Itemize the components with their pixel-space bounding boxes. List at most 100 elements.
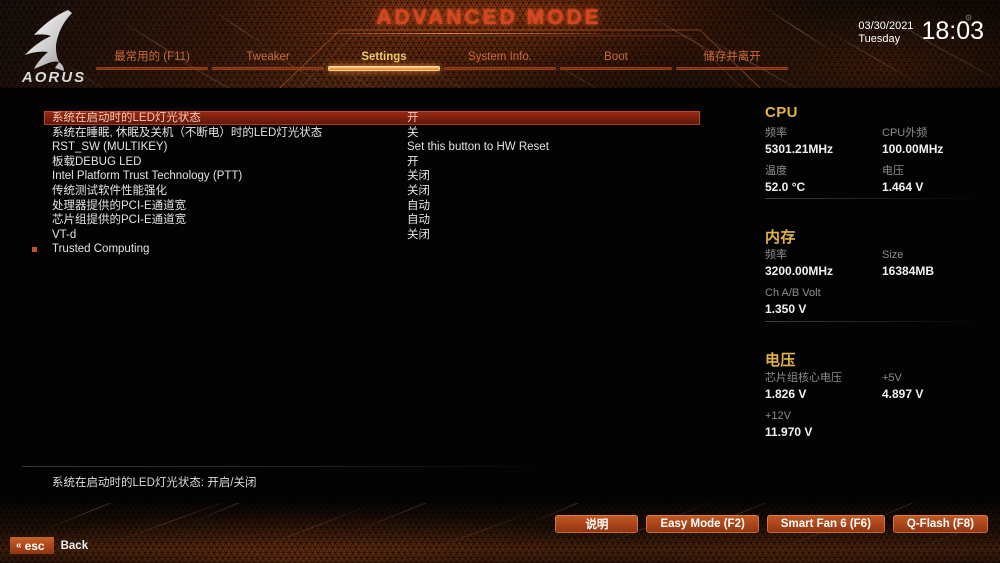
hw-item-key: CPU外频	[882, 127, 928, 139]
tab-5[interactable]: 储存并离开	[676, 50, 788, 70]
footer-button[interactable]: Smart Fan 6 (F6)	[766, 515, 885, 533]
hw-item-value: 100.00MHz	[882, 142, 944, 156]
setting-value[interactable]: 自动	[407, 199, 430, 213]
footer-bar: 说明 Easy Mode (F2) Smart Fan 6 (F6) Q-Flash …	[0, 503, 1000, 563]
tab-label: 储存并离开	[703, 51, 761, 63]
hw-section-divider	[765, 321, 983, 322]
main-tab-bar: 最常用的 (F11) Tweaker Settings System Info. Boo…	[0, 50, 1000, 76]
streak-line	[209, 8, 269, 49]
settings-row[interactable]: 传统测试软件性能强化 关闭	[44, 184, 700, 198]
esc-key-label: esc	[24, 538, 45, 553]
tab-1[interactable]: Tweaker	[212, 50, 324, 70]
hw-item: +12V 11.970 V	[765, 409, 812, 440]
tab-label: System Info.	[468, 51, 532, 63]
chevron-left-icon: «	[16, 540, 22, 551]
tab-0[interactable]: 最常用的 (F11)	[96, 50, 208, 70]
setting-label: 传统测试软件性能强化	[52, 185, 167, 197]
hw-item-value: 3200.00MHz	[765, 264, 834, 278]
tab-label: 最常用的 (F11)	[114, 51, 190, 63]
hw-item-value: 1.464 V	[882, 180, 924, 194]
footer-button[interactable]: 说明	[555, 515, 639, 533]
settings-row[interactable]: RST_SW (MULTIKEY) Set this button to HW R…	[44, 140, 700, 154]
settings-row[interactable]: 芯片组提供的PCI-E通道宽 自动	[44, 213, 700, 227]
setting-value[interactable]: Set this button to HW Reset	[407, 140, 549, 154]
weekday-text: Tuesday	[858, 33, 901, 45]
tab-label: Boot	[604, 51, 628, 63]
help-divider	[22, 466, 552, 467]
setting-label: Trusted Computing	[52, 243, 150, 256]
tab-4[interactable]: Boot	[560, 50, 672, 70]
setting-label: 处理器提供的PCI-E通道宽	[52, 199, 187, 212]
help-text: 系统在启动时的LED灯光状态: 开启/关闭	[52, 477, 257, 489]
esc-button[interactable]: « esc	[10, 537, 54, 554]
hw-section-divider	[765, 198, 983, 199]
hw-section-title: 内存	[765, 229, 796, 246]
hw-item-value: 5301.21MHz	[765, 142, 834, 156]
setting-value[interactable]: 关闭	[407, 169, 430, 183]
setting-label: Intel Platform Trust Technology (PTT)	[52, 170, 243, 183]
submenu-bullet-icon	[32, 247, 37, 253]
hw-section: CPU 频率 5301.21MHz CPU外频 100.00MHz 温度 52.0 °C 电…	[735, 88, 1000, 208]
settings-row[interactable]: Intel Platform Trust Technology (PTT) 关闭	[44, 169, 700, 183]
hw-item-key: Ch A/B Volt	[765, 287, 821, 299]
setting-value[interactable]: 开	[407, 111, 419, 125]
hw-item-key: +5V	[882, 372, 902, 384]
advanced-mode-underline	[300, 33, 600, 34]
settings-list: 系统在启动时的LED灯光状态开系统在睡眠, 休眠及关机（不断电）时的LED灯光状…	[0, 88, 730, 448]
footer-light-streaks	[0, 503, 1000, 563]
hw-item: Size 16384MB	[882, 248, 934, 279]
tab-underline	[560, 67, 672, 70]
tab-underline	[328, 66, 440, 71]
streak-line	[109, 503, 242, 544]
streak-line	[349, 503, 471, 534]
tab-3[interactable]: System Info.	[444, 50, 556, 70]
hw-item: 芯片组核心电压 1.826 V	[765, 371, 842, 402]
setting-label: 板载DEBUG LED	[52, 155, 142, 168]
settings-row[interactable]: 系统在睡眠, 休眠及关机（不断电）时的LED灯光状态 关	[44, 126, 700, 140]
streak-line	[259, 504, 373, 548]
hw-section: 电压 芯片组核心电压 1.826 V +5V 4.897 V +12V 11.970 V	[735, 321, 1000, 453]
tab-label: Settings	[361, 51, 407, 63]
settings-row[interactable]: Trusted Computing	[32, 242, 700, 256]
setting-label: VT-d	[52, 228, 77, 241]
setting-value[interactable]: 自动	[407, 213, 430, 227]
clock-text: 18:03	[921, 17, 984, 45]
hw-item: +5V 4.897 V	[882, 371, 923, 402]
setting-value[interactable]: 关闭	[407, 184, 430, 198]
hw-item-key: 芯片组核心电压	[765, 372, 842, 384]
advanced-mode-title: ADVANCED MODE	[376, 6, 602, 29]
footer-button[interactable]: Easy Mode (F2)	[646, 515, 759, 533]
settings-row[interactable]: 板载DEBUG LED 开	[44, 155, 700, 169]
hw-item-value: 11.970 V	[765, 425, 813, 439]
hw-item: CPU外频 100.00MHz	[882, 126, 943, 157]
setting-label: 芯片组提供的PCI-E通道宽	[52, 214, 187, 227]
setting-label: 系统在启动时的LED灯光状态	[52, 112, 201, 124]
hw-item-value: 1.826 V	[765, 387, 807, 401]
settings-row[interactable]: 处理器提供的PCI-E通道宽 自动	[44, 199, 700, 213]
setting-value[interactable]: 关	[407, 126, 419, 140]
hw-item-value: 52.0 °C	[765, 180, 806, 194]
setting-value[interactable]: 关闭	[407, 228, 430, 242]
back-label: Back	[60, 539, 89, 552]
esc-back-control[interactable]: « esc Back	[10, 537, 88, 554]
setting-label: RST_SW (MULTIKEY)	[52, 141, 168, 154]
settings-row[interactable]: 系统在启动时的LED灯光状态 开	[44, 111, 700, 125]
hw-item: Ch A/B Volt 1.350 V	[765, 286, 821, 317]
hw-item-value: 4.897 V	[882, 387, 924, 401]
footer-button[interactable]: Q-Flash (F8)	[892, 515, 988, 533]
hw-item: 频率 5301.21MHz	[765, 126, 833, 157]
bios-screen: AORUS ADVANCED MODE 03/30/2021 Tuesday 1…	[0, 0, 1000, 563]
footer-hex-texture	[0, 503, 1000, 563]
streak-line	[759, 4, 836, 54]
hw-item: 频率 3200.00MHz	[765, 248, 833, 279]
hardware-monitor-sidebar: CPU 频率 5301.21MHz CPU外频 100.00MHz 温度 52.0 °C 电…	[735, 88, 1000, 503]
setting-label: 系统在睡眠, 休眠及关机（不断电）时的LED灯光状态	[52, 126, 323, 139]
tab-2[interactable]: Settings	[328, 50, 440, 71]
hw-item-key: +12V	[765, 410, 791, 422]
streak-line	[189, 503, 292, 524]
hw-item-value: 1.350 V	[765, 302, 807, 316]
setting-value[interactable]: 开	[407, 155, 419, 169]
settings-row[interactable]: VT-d 关闭	[44, 228, 700, 242]
hw-item-key: 频率	[765, 249, 787, 261]
footer-button-row: 说明 Easy Mode (F2) Smart Fan 6 (F6) Q-Flash …	[555, 515, 988, 533]
